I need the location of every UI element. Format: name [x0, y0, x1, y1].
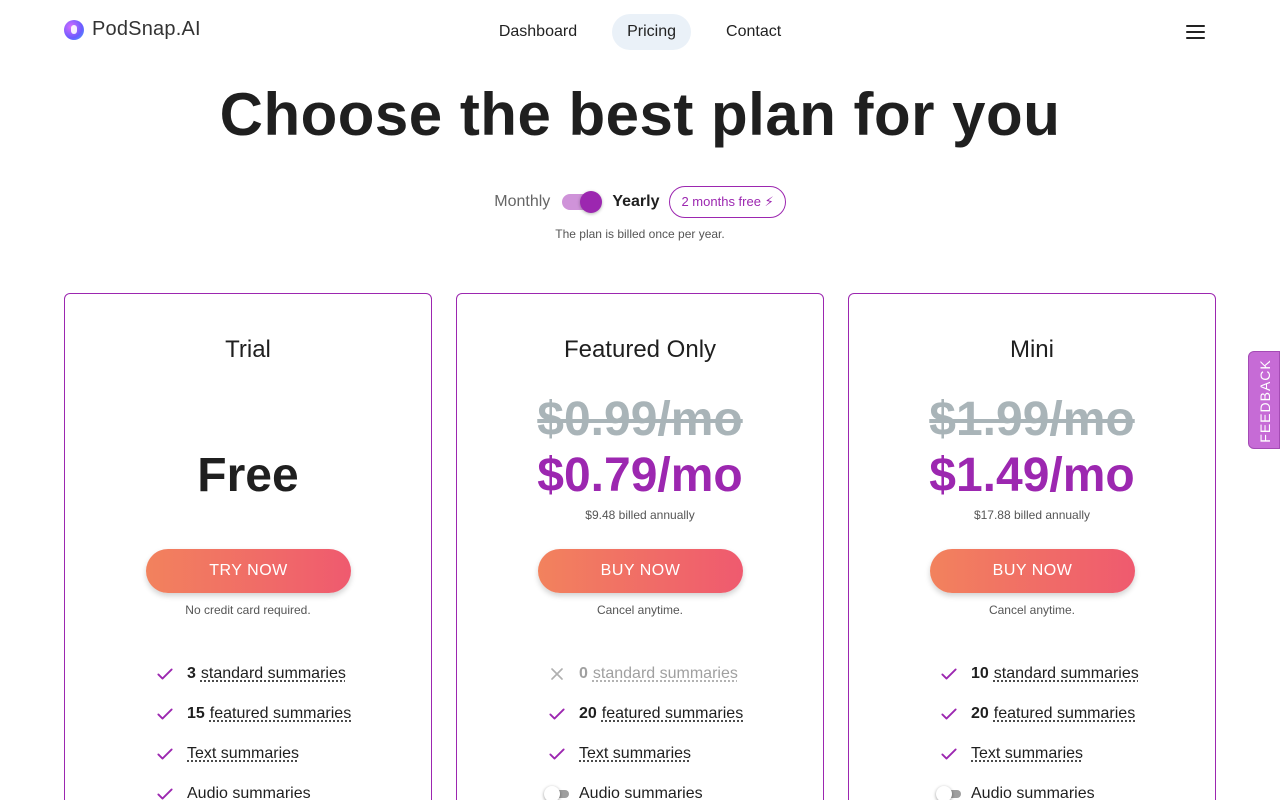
checkmark-icon: [547, 744, 567, 764]
hamburger-menu-icon[interactable]: [1186, 25, 1205, 39]
feature-list: 10 standard summaries 20 featured summaries…: [939, 654, 1139, 800]
feature-count: 3: [187, 665, 196, 683]
cta-note: Cancel anytime.: [457, 603, 823, 617]
feature-item: 20 featured summaries: [547, 694, 743, 734]
annual-billing-note: $17.88 billed annually: [849, 508, 1215, 522]
checkmark-icon: [939, 744, 959, 764]
discount-badge: 2 months free ⚡: [669, 186, 785, 218]
annual-billing-note: $9.48 billed annually: [457, 508, 823, 522]
toggle-knob: [580, 191, 602, 213]
plan-name: Mini: [849, 336, 1215, 364]
feature-item: Text summaries: [939, 734, 1139, 774]
feature-label[interactable]: featured summaries: [994, 705, 1135, 723]
page-title: Choose the best plan for you: [0, 80, 1280, 149]
feature-label[interactable]: Text summaries: [187, 745, 299, 763]
feature-item: Text summaries: [155, 734, 351, 774]
checkmark-icon: [547, 704, 567, 724]
yearly-label[interactable]: Yearly: [612, 193, 659, 211]
feature-label[interactable]: Audio summaries: [187, 785, 311, 800]
feature-label[interactable]: Text summaries: [579, 745, 691, 763]
feature-label[interactable]: Audio summaries: [579, 785, 703, 800]
feature-label[interactable]: featured summaries: [210, 705, 351, 723]
billing-note: The plan is billed once per year.: [0, 227, 1280, 241]
plan-price: Free: [65, 448, 431, 503]
feature-item: 3 standard summaries: [155, 654, 351, 694]
feature-item: 10 standard summaries: [939, 654, 1139, 694]
billing-period-switch: Monthly Yearly 2 months free ⚡: [0, 186, 1280, 218]
nav-links: Dashboard Pricing Contact: [0, 14, 1280, 50]
billing-toggle[interactable]: [562, 194, 600, 210]
buy-now-button[interactable]: BUY NOW: [538, 549, 743, 593]
cta-note: No credit card required.: [65, 603, 431, 617]
feature-item: Audio summaries: [939, 774, 1139, 800]
plan-name: Trial: [65, 336, 431, 364]
cta-note: Cancel anytime.: [849, 603, 1215, 617]
checkmark-icon: [155, 744, 175, 764]
feature-item: Text summaries: [547, 734, 743, 774]
plan-price: $0.79/mo: [457, 448, 823, 503]
feature-label[interactable]: standard summaries: [201, 665, 346, 683]
feature-item: 0 standard summaries: [547, 654, 743, 694]
nav-link-dashboard[interactable]: Dashboard: [484, 14, 592, 50]
feature-list: 3 standard summaries 15 featured summaries T…: [155, 654, 351, 800]
cross-icon: [547, 664, 567, 684]
audio-toggle-switch[interactable]: [547, 784, 567, 800]
feature-label[interactable]: standard summaries: [593, 665, 738, 683]
feature-item: 20 featured summaries: [939, 694, 1139, 734]
feature-label[interactable]: featured summaries: [602, 705, 743, 723]
original-price: $0.99/mo: [457, 392, 823, 447]
feature-count: 20: [971, 705, 989, 723]
feature-count: 20: [579, 705, 597, 723]
nav-link-contact[interactable]: Contact: [711, 14, 796, 50]
feature-count: 10: [971, 665, 989, 683]
feedback-tab[interactable]: FEEDBACK: [1248, 351, 1280, 449]
checkmark-icon: [939, 704, 959, 724]
feature-label[interactable]: Audio summaries: [971, 785, 1095, 800]
feature-count: 0: [579, 665, 588, 683]
audio-toggle-switch[interactable]: [939, 784, 959, 800]
buy-now-button[interactable]: BUY NOW: [930, 549, 1135, 593]
checkmark-icon: [155, 784, 175, 800]
try-now-button[interactable]: TRY NOW: [146, 549, 351, 593]
plan-card-featured-only: Featured Only $0.99/mo $0.79/mo $9.48 bi…: [456, 293, 824, 800]
feedback-label: FEEDBACK: [1257, 359, 1273, 442]
checkmark-icon: [155, 704, 175, 724]
top-nav: PodSnap.AI Dashboard Pricing Contact: [0, 0, 1280, 64]
feature-item: 15 featured summaries: [155, 694, 351, 734]
checkmark-icon: [939, 664, 959, 684]
feature-count: 15: [187, 705, 205, 723]
feature-item: Audio summaries: [547, 774, 743, 800]
checkmark-icon: [155, 664, 175, 684]
nav-link-pricing[interactable]: Pricing: [612, 14, 691, 50]
feature-item: Audio summaries: [155, 774, 351, 800]
original-price: $1.99/mo: [849, 392, 1215, 447]
plan-price: $1.49/mo: [849, 448, 1215, 503]
feature-label[interactable]: standard summaries: [994, 665, 1139, 683]
plan-name: Featured Only: [457, 336, 823, 364]
monthly-label[interactable]: Monthly: [494, 193, 550, 211]
plan-card-trial: Trial Free TRY NOW No credit card requir…: [64, 293, 432, 800]
plan-card-mini: Mini $1.99/mo $1.49/mo $17.88 billed ann…: [848, 293, 1216, 800]
feature-label[interactable]: Text summaries: [971, 745, 1083, 763]
feature-list: 0 standard summaries 20 featured summaries T…: [547, 654, 743, 800]
